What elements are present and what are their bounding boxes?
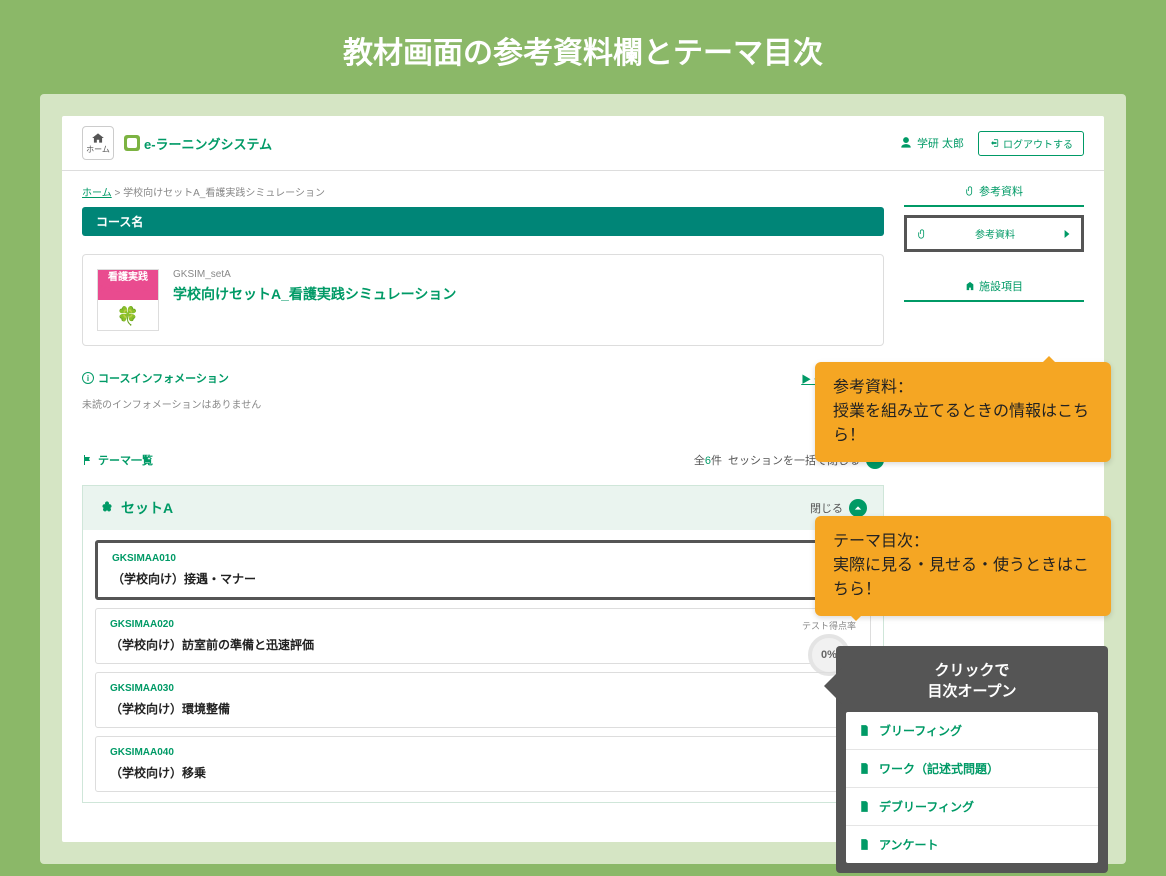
paperclip-icon xyxy=(965,186,975,196)
toc-popup-list: ブリーフィング ワーク（記述式問題） デブリーフィング アンケート xyxy=(846,712,1098,863)
lesson-item[interactable]: GKSIMAA030 （学校向け）環境整備 xyxy=(95,672,871,728)
lesson-code: GKSIMAA010 xyxy=(112,553,854,564)
course-info-label-text: コースインフォメーション xyxy=(98,370,229,386)
logout-label: ログアウトする xyxy=(1003,136,1073,151)
user-name: 学研 太郎 xyxy=(917,135,964,151)
course-thumbnail: 看護実践 シミュレ-ション 🍀 xyxy=(97,269,159,331)
flag-icon xyxy=(82,454,94,466)
reference-materials-label: 参考資料 xyxy=(927,226,1063,241)
breadcrumb: ホーム > 学校向けセットA_看護実践シミュレーション xyxy=(82,181,884,207)
theme-list-label-text: テーマ一覧 xyxy=(98,452,153,468)
user-display: 学研 太郎 xyxy=(899,135,964,151)
toc-item-work[interactable]: ワーク（記述式問題） xyxy=(846,750,1098,788)
logo-text: e-ラーニングシステム xyxy=(144,134,272,153)
info-icon: i xyxy=(82,372,94,384)
lesson-item[interactable]: GKSIMAA020 （学校向け）訪室前の準備と迅速評価 テスト得点率 0% xyxy=(95,608,871,664)
theme-count: 全6件 xyxy=(694,452,722,468)
app-header: ホーム e-ラーニングシステム 学研 太郎 ログアウトする xyxy=(62,116,1104,171)
set-icon xyxy=(99,500,115,516)
course-code: GKSIM_setA xyxy=(173,269,456,280)
set-block: セットA 閉じる GKSIMAA010 （学校向け）接遇・マナー xyxy=(82,485,884,803)
lesson-code: GKSIMAA040 xyxy=(110,747,856,758)
chevron-up-icon xyxy=(854,504,862,512)
lesson-title: （学校向け）移乗 xyxy=(110,764,856,781)
no-info-message: 未読のインフォメーションはありません xyxy=(82,396,884,411)
callout-text: 参考資料： 授業を組み立てるときの情報はこちら！ xyxy=(833,379,1089,444)
theme-list-label: テーマ一覧 xyxy=(82,452,153,468)
set-title-text: セットA xyxy=(121,498,173,518)
toc-item-label: デブリーフィング xyxy=(879,798,974,815)
toc-item-debriefing[interactable]: デブリーフィング xyxy=(846,788,1098,826)
reference-materials-button[interactable]: 参考資料 xyxy=(904,215,1084,252)
toc-item-survey[interactable]: アンケート xyxy=(846,826,1098,863)
user-icon xyxy=(899,136,913,150)
doc-icon xyxy=(858,762,871,775)
side-facility-title-text: 施設項目 xyxy=(979,278,1023,294)
lesson-title: （学校向け）接遇・マナー xyxy=(112,570,854,587)
breadcrumb-current: 学校向けセットA_看護実践シミュレーション xyxy=(123,188,325,199)
toc-popup: クリックで 目次オープン ブリーフィング ワーク（記述式問題） デブリーフィング… xyxy=(836,646,1108,873)
clover-icon: 🍀 xyxy=(117,306,139,327)
breadcrumb-home[interactable]: ホーム xyxy=(82,188,112,199)
doc-icon xyxy=(858,724,871,737)
logout-icon xyxy=(989,138,999,148)
course-title: 学校向けセットA_看護実践シミュレーション xyxy=(173,284,456,304)
toc-popup-title: クリックで 目次オープン xyxy=(846,656,1098,712)
course-card: 看護実践 シミュレ-ション 🍀 GKSIM_setA 学校向けセットA_看護実践… xyxy=(82,254,884,346)
lesson-code: GKSIMAA030 xyxy=(110,683,856,694)
home-icon xyxy=(91,132,105,144)
logout-button[interactable]: ログアウトする xyxy=(978,131,1084,156)
slide-title: 教材画面の参考資料欄とテーマ目次 xyxy=(0,0,1166,94)
lesson-title: （学校向け）訪室前の準備と迅速評価 xyxy=(110,636,856,653)
set-close-label: 閉じる xyxy=(810,500,843,516)
set-close-button[interactable] xyxy=(849,499,867,517)
lesson-item[interactable]: GKSIMAA010 （学校向け）接遇・マナー xyxy=(95,540,871,600)
doc-icon xyxy=(858,800,871,813)
thumb-text-1: 看護実践 xyxy=(108,272,148,283)
lesson-title: （学校向け）環境整備 xyxy=(110,700,856,717)
frame-outer: ホーム e-ラーニングシステム 学研 太郎 ログアウトする ホーム > 学校向け… xyxy=(40,94,1126,864)
doc-icon xyxy=(858,838,871,851)
callout-reference: 参考資料： 授業を組み立てるときの情報はこちら！ xyxy=(815,362,1111,462)
course-info-row: i コースインフォメーション ▶ 一覧を表示する xyxy=(82,370,884,386)
chevron-right-icon xyxy=(1063,229,1071,239)
callout-text: テーマ目次： 実際に見る・見せる・使うときはこちら！ xyxy=(833,533,1089,598)
home-label: ホーム xyxy=(86,144,110,155)
course-info-label: i コースインフォメーション xyxy=(82,370,229,386)
theme-list-header: テーマ一覧 全6件 セッションを一括で閉じる xyxy=(82,451,884,469)
side-ref-title-text: 参考資料 xyxy=(979,183,1023,199)
main-column: ホーム > 学校向けセットA_看護実践シミュレーション コース名 看護実践 シミ… xyxy=(82,181,884,803)
callout-theme-toc: テーマ目次： 実際に見る・見せる・使うときはこちら！ xyxy=(815,516,1111,616)
lesson-item[interactable]: GKSIMAA040 （学校向け）移乗 xyxy=(95,736,871,792)
building-icon xyxy=(965,281,975,291)
app-logo: e-ラーニングシステム xyxy=(124,134,272,153)
side-ref-title: 参考資料 xyxy=(904,181,1084,207)
breadcrumb-sep: > xyxy=(112,188,123,199)
toc-item-label: ワーク（記述式問題） xyxy=(879,760,999,777)
set-title: セットA xyxy=(99,498,173,518)
home-button[interactable]: ホーム xyxy=(82,126,114,160)
paperclip-icon xyxy=(917,229,927,239)
toc-item-briefing[interactable]: ブリーフィング xyxy=(846,712,1098,750)
course-name-bar: コース名 xyxy=(82,207,884,236)
toc-item-label: アンケート xyxy=(879,836,939,853)
set-close-control: 閉じる xyxy=(810,499,867,517)
side-facility-title: 施設項目 xyxy=(904,276,1084,302)
logo-icon xyxy=(124,135,140,151)
lesson-list: GKSIMAA010 （学校向け）接遇・マナー GKSIMAA020 （学校向け… xyxy=(83,530,883,802)
lesson-code: GKSIMAA020 xyxy=(110,619,856,630)
thumb-text-2: シミュレ-ション xyxy=(99,283,158,294)
set-header: セットA 閉じる xyxy=(83,486,883,530)
toc-item-label: ブリーフィング xyxy=(879,722,962,739)
